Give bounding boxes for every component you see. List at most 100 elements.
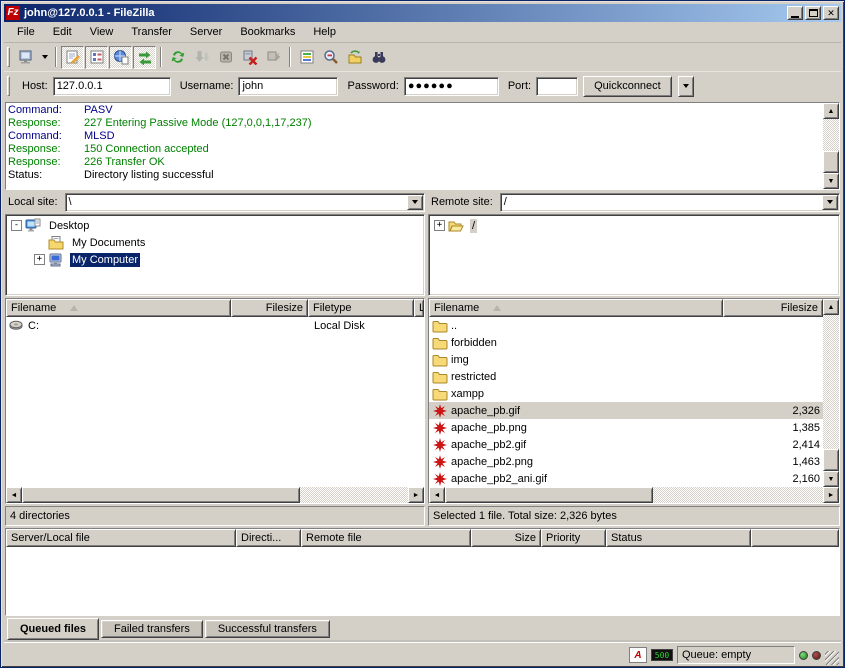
reconnect-button[interactable] — [262, 46, 285, 69]
menu-view[interactable]: View — [81, 24, 123, 40]
apache-feather-icon — [432, 454, 448, 470]
site-manager-dropdown[interactable] — [38, 46, 51, 69]
queue-column-size[interactable]: Size — [471, 529, 541, 547]
local-list-body[interactable]: C: Local Disk — [6, 317, 424, 487]
remote-file-row[interactable]: apache_pb2_ani.gif 2,160 — [429, 470, 823, 487]
menu-help[interactable]: Help — [304, 24, 345, 40]
toggle-local-tree-button[interactable] — [85, 46, 108, 69]
toggle-message-log-button[interactable] — [61, 46, 84, 69]
tree-item-my-documents[interactable]: My Documents — [6, 234, 424, 251]
title-bar[interactable]: Fz john@127.0.0.1 - FileZilla ✕ — [4, 4, 841, 22]
queue-column-local-file[interactable]: Server/Local file — [6, 529, 236, 547]
queue-column-remote-file[interactable]: Remote file — [301, 529, 471, 547]
scroll-up-icon[interactable]: ▲ — [823, 299, 839, 315]
local-site-combo[interactable]: \ — [65, 193, 425, 212]
message-log-body[interactable]: Command:PASV Response:227 Entering Passi… — [6, 103, 823, 189]
remote-file-row[interactable]: xampp — [429, 385, 823, 402]
remote-file-row[interactable]: apache_pb.png 1,385 — [429, 419, 823, 436]
quickconnect-dropdown[interactable] — [678, 76, 694, 97]
tree-item-desktop[interactable]: - Desktop — [6, 217, 424, 234]
filter-button[interactable] — [295, 46, 318, 69]
tab-successful-transfers[interactable]: Successful transfers — [205, 620, 330, 638]
site-manager-button[interactable] — [14, 46, 37, 69]
close-button[interactable]: ✕ — [823, 6, 839, 20]
directory-comparison-button[interactable] — [319, 46, 342, 69]
remote-file-row[interactable]: apache_pb2.png 1,463 — [429, 453, 823, 470]
expand-icon[interactable]: + — [34, 254, 45, 265]
collapse-icon[interactable]: - — [11, 220, 22, 231]
menu-file[interactable]: File — [8, 24, 44, 40]
quickconnect-gripper[interactable] — [7, 76, 10, 96]
local-site-dropdown[interactable] — [407, 195, 423, 210]
host-input[interactable] — [53, 77, 171, 96]
refresh-icon — [170, 49, 186, 65]
menu-bookmarks[interactable]: Bookmarks — [231, 24, 304, 40]
scroll-right-icon[interactable]: ► — [408, 487, 424, 503]
remote-site-value: / — [501, 196, 822, 208]
port-input[interactable] — [536, 77, 578, 96]
disconnect-button[interactable] — [238, 46, 261, 69]
menu-transfer[interactable]: Transfer — [122, 24, 181, 40]
queue-column-priority[interactable]: Priority — [541, 529, 606, 547]
quickconnect-button[interactable]: Quickconnect — [583, 76, 672, 97]
log-scroll-thumb[interactable] — [823, 151, 839, 173]
remote-file-row[interactable]: img — [429, 351, 823, 368]
password-input[interactable] — [404, 77, 499, 96]
tab-queued-files[interactable]: Queued files — [7, 618, 99, 640]
remote-vscroll-thumb[interactable] — [823, 449, 839, 471]
remote-horizontal-scrollbar[interactable]: ◄ ► — [429, 487, 839, 503]
local-column-filename[interactable]: Filename — [6, 299, 231, 317]
remote-site-dropdown[interactable] — [822, 195, 838, 210]
local-column-filesize[interactable]: Filesize — [231, 299, 308, 317]
remote-file-row[interactable]: forbidden — [429, 334, 823, 351]
local-horizontal-scrollbar[interactable]: ◄ ► — [6, 487, 424, 503]
log-line: Command:MLSD — [8, 130, 821, 143]
app-icon[interactable]: Fz — [6, 6, 20, 20]
remote-list-body[interactable]: .. forbidden img — [429, 317, 823, 487]
scroll-left-icon[interactable]: ◄ — [429, 487, 445, 503]
remote-hscroll-thumb[interactable] — [445, 487, 653, 503]
local-column-lastmodified[interactable]: L — [414, 299, 424, 317]
scroll-right-icon[interactable]: ► — [823, 487, 839, 503]
log-scrollbar[interactable]: ▲ ▼ — [823, 103, 839, 189]
cancel-button[interactable] — [214, 46, 237, 69]
username-input[interactable] — [238, 77, 338, 96]
remote-column-filename[interactable]: Filename — [429, 299, 723, 317]
menu-server[interactable]: Server — [181, 24, 231, 40]
remote-file-row[interactable]: restricted — [429, 368, 823, 385]
transfer-type-indicator[interactable]: A — [629, 647, 647, 663]
tree-item-root[interactable]: + / — [429, 217, 839, 234]
scroll-left-icon[interactable]: ◄ — [6, 487, 22, 503]
minimize-button[interactable] — [787, 6, 803, 20]
scroll-down-icon[interactable]: ▼ — [823, 173, 839, 189]
queue-column-status[interactable]: Status — [606, 529, 751, 547]
remote-file-row[interactable]: apache_pb2.gif 2,414 — [429, 436, 823, 453]
tab-failed-transfers[interactable]: Failed transfers — [101, 620, 203, 638]
refresh-button[interactable] — [166, 46, 189, 69]
synchronized-browsing-button[interactable] — [343, 46, 366, 69]
expand-icon[interactable]: + — [434, 220, 445, 231]
resize-grip[interactable] — [825, 651, 839, 665]
remote-file-row[interactable]: .. — [429, 317, 823, 334]
maximize-button[interactable] — [805, 6, 821, 20]
local-hscroll-thumb[interactable] — [22, 487, 300, 503]
menu-edit[interactable]: Edit — [44, 24, 81, 40]
scroll-up-icon[interactable]: ▲ — [823, 103, 839, 119]
toggle-remote-tree-button[interactable] — [109, 46, 132, 69]
local-column-filetype[interactable]: Filetype — [308, 299, 414, 317]
speed-limit-indicator[interactable]: 500 — [651, 649, 673, 661]
scroll-down-icon[interactable]: ▼ — [823, 471, 839, 487]
remote-column-filesize[interactable]: Filesize — [723, 299, 823, 317]
remote-file-row-selected[interactable]: apache_pb.gif 2,326 — [429, 402, 823, 419]
queue-body[interactable] — [6, 547, 839, 615]
find-files-button[interactable] — [367, 46, 390, 69]
toolbar-gripper[interactable] — [7, 47, 10, 67]
folder-icon — [432, 335, 448, 351]
process-queue-button[interactable] — [190, 46, 213, 69]
local-file-row[interactable]: C: Local Disk — [6, 317, 424, 334]
remote-vertical-scrollbar[interactable]: ▲ ▼ — [823, 299, 839, 487]
toggle-queue-button[interactable] — [133, 46, 156, 69]
queue-column-direction[interactable]: Directi... — [236, 529, 301, 547]
tree-item-my-computer[interactable]: + My Computer — [6, 251, 424, 268]
remote-site-combo[interactable]: / — [500, 193, 840, 212]
